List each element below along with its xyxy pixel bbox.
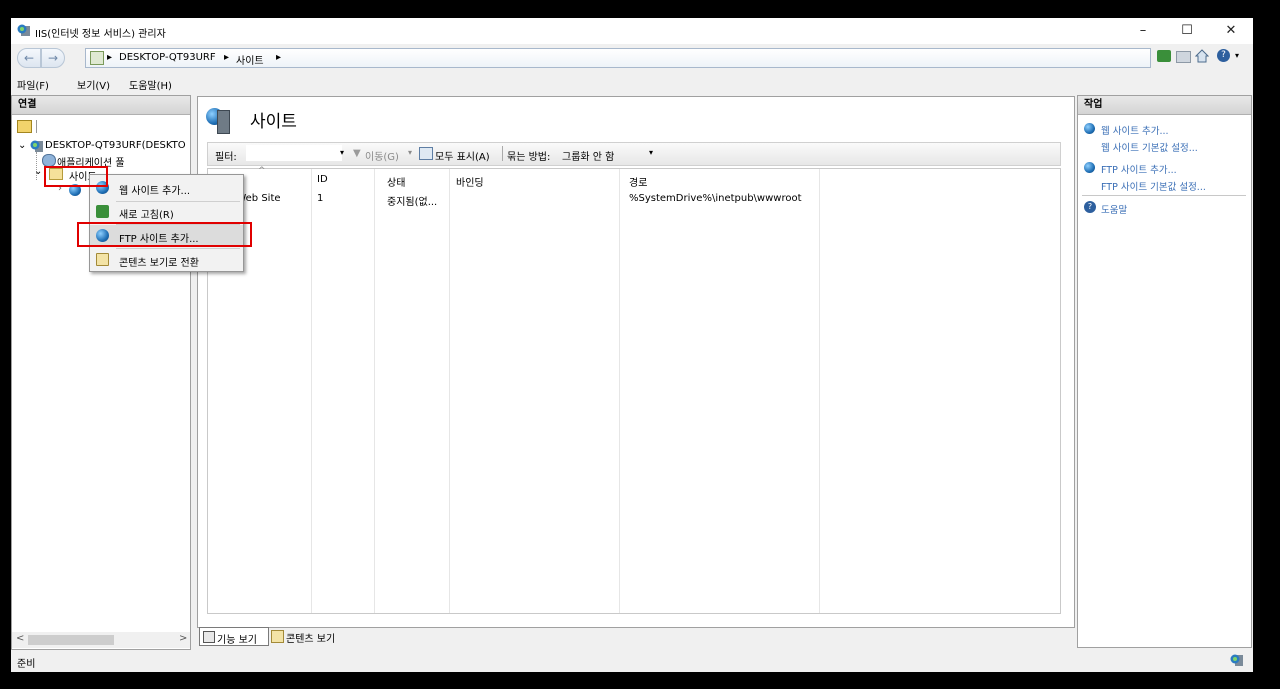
sites-content-pane: 사이트 필터: ▾ ▼ 이동(G) ▾ 모두 표시(A) 묶는 방법: 그룹화 …	[197, 96, 1075, 628]
toolbar-divider	[502, 146, 503, 161]
sites-header-server-icon	[217, 110, 230, 134]
window-title: IIS(인터넷 정보 서비스) 관리자	[35, 29, 166, 40]
minimize-button[interactable]: –	[1121, 18, 1165, 44]
crumb-separator-icon: ▸	[107, 52, 113, 63]
actions-panel: 작업 웹 사이트 추가... 웹 사이트 기본값 설정... FTP 사이트 추…	[1077, 95, 1252, 648]
column-divider	[374, 169, 375, 613]
add-website-icon	[1084, 123, 1095, 134]
forward-button[interactable]: →	[41, 48, 65, 68]
menu-view[interactable]: 보기(V)	[77, 77, 110, 92]
context-switch-to-content-view-label: 콘텐츠 보기로 전환	[119, 258, 199, 269]
page-title: 사이트	[250, 112, 297, 132]
status-server-icon	[1230, 654, 1243, 666]
address-bar[interactable]: ▸ DESKTOP-QT93URF ▸ 사이트 ▸	[85, 48, 1151, 68]
server-icon	[30, 140, 43, 152]
tab-content-view[interactable]: 콘텐츠 보기	[286, 630, 335, 645]
column-divider	[449, 169, 450, 613]
filter-go-icon: ▼	[353, 148, 361, 159]
action-help[interactable]: 도움말	[1101, 202, 1127, 216]
tab-features-view[interactable]: 기능 보기	[199, 627, 269, 646]
refresh-icon	[96, 205, 109, 218]
mail-icon[interactable]	[1176, 51, 1191, 63]
tab-features-view-label: 기능 보기	[217, 635, 257, 646]
action-add-website[interactable]: 웹 사이트 추가...	[1101, 123, 1169, 137]
sites-table: ^ 이름 ID 상태 바인딩 경로 ault Web Site 1 중지됨(없.…	[207, 166, 1061, 614]
chevron-down-icon: ▾	[649, 148, 654, 157]
table-row[interactable]: ault Web Site 1 중지됨(없... %SystemDrive%\i…	[208, 169, 1060, 209]
iis-manager-window: IIS(인터넷 정보 서비스) 관리자 – ☐ ✕ ← → ▸ DESKTOP-…	[11, 18, 1253, 672]
connect-toolbar-icon[interactable]	[17, 120, 32, 133]
go-button[interactable]: 이동(G)	[365, 148, 399, 163]
maximize-button[interactable]: ☐	[1165, 18, 1209, 44]
cell-site-path: %SystemDrive%\inetpub\wwwroot	[629, 193, 802, 204]
filter-label: 필터:	[215, 152, 237, 163]
horizontal-scrollbar[interactable]: < >	[12, 632, 190, 648]
chevron-down-icon[interactable]: ▾	[408, 148, 412, 157]
iis-app-icon	[17, 24, 30, 36]
group-by-label: 묶는 방법:	[507, 152, 551, 163]
action-ftp-site-defaults[interactable]: FTP 사이트 기본값 설정...	[1101, 179, 1206, 193]
view-tabs: 기능 보기 콘텐츠 보기	[199, 627, 499, 647]
filter-toolbar: 필터: ▾ ▼ 이동(G) ▾ 모두 표시(A) 묶는 방법: 그룹화 안 함 …	[207, 142, 1061, 166]
crumb-server[interactable]: DESKTOP-QT93URF	[119, 52, 216, 63]
crumb-separator-icon: ▸	[224, 52, 230, 63]
chevron-down-icon[interactable]: ⌄	[18, 140, 26, 151]
menu-bar: 파일(F) 보기(V) 도움말(H)	[11, 73, 1253, 93]
menu-file[interactable]: 파일(F)	[17, 77, 49, 92]
toolbar-divider	[36, 120, 37, 133]
context-refresh-label: 새로 고침(R)	[119, 210, 174, 221]
add-ftp-site-icon	[1084, 162, 1095, 173]
status-bar: 준비	[11, 650, 1253, 672]
crumb-sites[interactable]: 사이트	[236, 52, 264, 67]
status-text: 준비	[17, 659, 36, 670]
home-icon[interactable]	[1194, 49, 1210, 63]
context-switch-to-content-view[interactable]: 콘텐츠 보기로 전환	[90, 249, 243, 271]
group-by-value: 그룹화 안 함	[562, 152, 615, 163]
connections-header: 연결	[12, 96, 190, 115]
menu-help[interactable]: 도움말(H)	[129, 77, 172, 92]
tree-server[interactable]: DESKTOP-QT93URF(DESKTO	[45, 140, 188, 151]
actions-divider	[1082, 195, 1246, 196]
back-button[interactable]: ←	[17, 48, 41, 68]
crumb-separator-icon: ▸	[276, 52, 282, 63]
column-divider	[311, 169, 312, 613]
scroll-right-button[interactable]: >	[179, 633, 187, 644]
context-refresh[interactable]: 새로 고침(R)	[90, 201, 243, 223]
features-view-icon	[203, 631, 215, 643]
connect-icon[interactable]	[1157, 50, 1171, 62]
highlight-sites-node	[44, 166, 108, 187]
group-by-select[interactable]: 그룹화 안 함 ▾	[559, 145, 659, 163]
scroll-thumb[interactable]	[28, 635, 114, 645]
content-view-icon	[96, 253, 109, 266]
help-icon: ?	[1084, 201, 1096, 213]
address-bar-row: ← → ▸ DESKTOP-QT93URF ▸ 사이트 ▸ ? ▾	[11, 44, 1253, 71]
column-divider	[619, 169, 620, 613]
close-button[interactable]: ✕	[1209, 18, 1253, 44]
show-all-icon	[419, 147, 433, 160]
action-website-defaults[interactable]: 웹 사이트 기본값 설정...	[1101, 140, 1198, 154]
show-all-button[interactable]: 모두 표시(A)	[435, 148, 490, 163]
filter-input[interactable]	[246, 145, 342, 161]
context-add-website-label: 웹 사이트 추가...	[119, 186, 191, 197]
server-crumb-icon	[90, 51, 104, 65]
cell-site-id: 1	[317, 193, 324, 204]
chevron-down-icon[interactable]: ▾	[1235, 51, 1239, 60]
title-bar: IIS(인터넷 정보 서비스) 관리자 – ☐ ✕	[11, 18, 1253, 44]
chevron-down-icon[interactable]: ⌄	[34, 166, 42, 177]
help-icon[interactable]: ?	[1217, 49, 1230, 62]
scroll-left-button[interactable]: <	[16, 633, 24, 644]
cell-site-status: 중지됨(없...	[387, 197, 438, 208]
content-view-icon	[271, 630, 284, 643]
context-add-website[interactable]: 웹 사이트 추가...	[90, 177, 243, 199]
actions-header: 작업	[1078, 96, 1251, 115]
action-add-ftp-site[interactable]: FTP 사이트 추가...	[1101, 162, 1177, 176]
highlight-add-ftp-site	[77, 222, 252, 247]
chevron-down-icon[interactable]: ▾	[340, 148, 344, 157]
column-divider	[819, 169, 820, 613]
